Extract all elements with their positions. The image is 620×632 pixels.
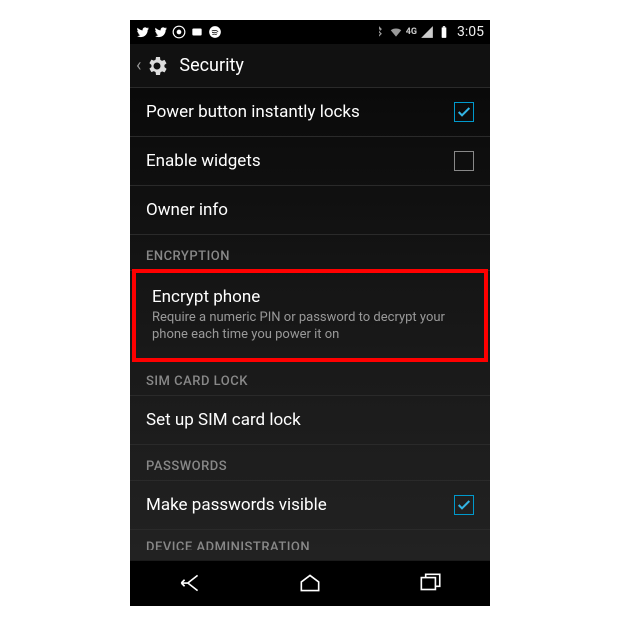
- row-owner-info[interactable]: Owner info: [130, 186, 490, 235]
- checkbox-power-lock[interactable]: [454, 102, 474, 122]
- status-bar: 4G 3:05: [130, 20, 490, 44]
- navigation-bar: [130, 560, 490, 606]
- signal-icon: [420, 25, 434, 39]
- row-title: Enable widgets: [146, 151, 454, 171]
- row-power-button-lock[interactable]: Power button instantly locks: [130, 88, 490, 137]
- nav-back-button[interactable]: [160, 568, 220, 598]
- checkbox-passwords-visible[interactable]: [454, 495, 474, 515]
- row-sim-lock[interactable]: Set up SIM card lock: [130, 396, 490, 445]
- row-title: Owner info: [146, 200, 474, 220]
- section-passwords: PASSWORDS: [130, 445, 490, 481]
- row-title: Make passwords visible: [146, 495, 454, 515]
- action-bar: ‹ Security: [130, 44, 490, 88]
- spotify-icon: [208, 25, 222, 39]
- row-subtitle: Require a numeric PIN or password to dec…: [152, 310, 468, 344]
- notification-icon: [190, 25, 204, 39]
- phone-frame: 4G 3:05 ‹ Security Power button instantl…: [130, 20, 490, 606]
- settings-list: Power button instantly locks Enable widg…: [130, 88, 490, 560]
- twitter-icon-2: [154, 25, 168, 39]
- row-title: Encrypt phone: [152, 287, 468, 307]
- battery-icon: [437, 25, 451, 39]
- wifi-icon: [389, 25, 403, 39]
- back-chevron-icon[interactable]: ‹: [136, 55, 141, 76]
- row-title: Set up SIM card lock: [146, 410, 474, 430]
- section-sim-lock: SIM CARD LOCK: [130, 360, 490, 396]
- network-type: 4G: [406, 27, 417, 37]
- chrome-icon: [172, 25, 186, 39]
- checkbox-enable-widgets[interactable]: [454, 151, 474, 171]
- section-encryption: ENCRYPTION: [130, 235, 490, 271]
- section-device-admin: DEVICE ADMINISTRATION: [130, 530, 490, 550]
- row-passwords-visible[interactable]: Make passwords visible: [130, 481, 490, 530]
- bluetooth-icon: [372, 25, 386, 39]
- highlight-box: Encrypt phone Require a numeric PIN or p…: [132, 269, 488, 362]
- page-title: Security: [179, 55, 243, 76]
- settings-gear-icon[interactable]: [143, 52, 171, 80]
- row-enable-widgets[interactable]: Enable widgets: [130, 137, 490, 186]
- nav-home-button[interactable]: [280, 568, 340, 598]
- row-title: Power button instantly locks: [146, 102, 454, 122]
- clock: 3:05: [457, 24, 484, 40]
- nav-recent-button[interactable]: [400, 568, 460, 598]
- twitter-icon: [136, 25, 150, 39]
- row-encrypt-phone[interactable]: Encrypt phone Require a numeric PIN or p…: [136, 273, 484, 358]
